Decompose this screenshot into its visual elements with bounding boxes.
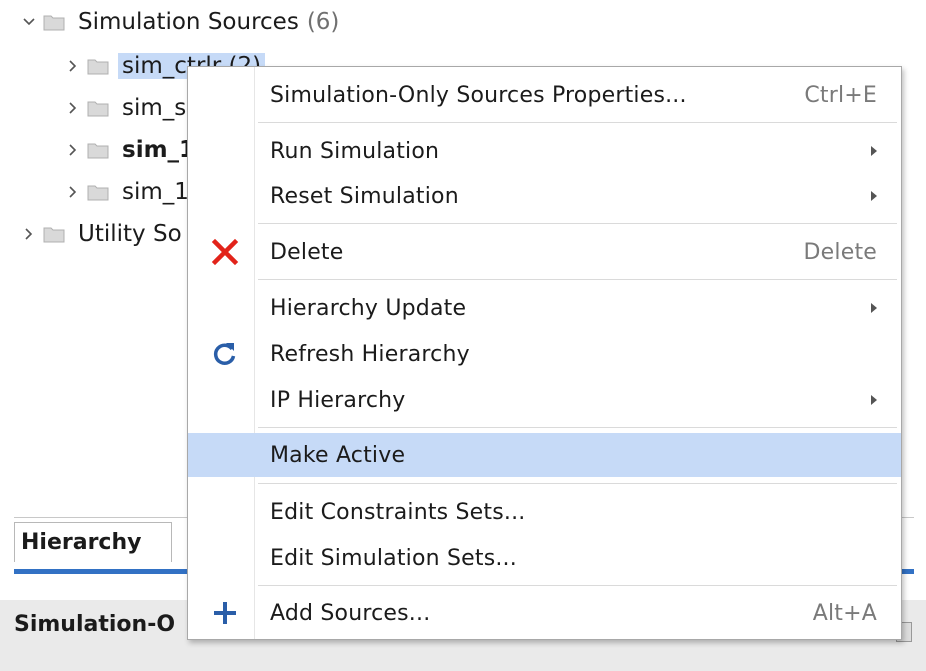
menu-item-label: Simulation-Only Sources Properties... [270, 82, 687, 108]
delete-x-icon [206, 233, 244, 271]
menu-item-label: Delete [270, 239, 344, 265]
menu-item-shortcut: Delete [803, 239, 877, 265]
chevron-right-icon[interactable] [62, 139, 84, 161]
submenu-arrow-icon [871, 191, 877, 201]
menu-item-label: Reset Simulation [270, 183, 459, 209]
menu-item-label: Make Active [270, 442, 406, 468]
menu-item-make-active[interactable]: Make Active [188, 433, 901, 477]
menu-item-delete[interactable]: Delete Delete [188, 230, 901, 274]
folder-icon [84, 97, 112, 119]
tree-node-sim-child-3[interactable]: sim_1 [62, 132, 195, 168]
submenu-arrow-icon [871, 146, 877, 156]
menu-item-reset-simulation[interactable]: Reset Simulation [188, 174, 901, 218]
tree-node-sim-child-4[interactable]: sim_1 [62, 174, 189, 210]
menu-item-shortcut: Ctrl+E [804, 82, 877, 108]
menu-separator [258, 279, 897, 280]
tree-node-utility-sources[interactable]: Utility So [18, 216, 182, 252]
tree-node-label: sim_1 [122, 137, 196, 163]
menu-separator [258, 122, 897, 123]
menu-item-add-sources[interactable]: Add Sources... Alt+A [188, 591, 901, 635]
menu-item-run-simulation[interactable]: Run Simulation [188, 129, 901, 173]
tree-node-simulation-sources[interactable]: Simulation Sources (6) [18, 4, 339, 40]
tree-node-label: sim_s [122, 95, 187, 121]
chevron-down-icon[interactable] [18, 11, 40, 33]
chevron-right-icon[interactable] [62, 97, 84, 119]
submenu-arrow-icon [871, 303, 877, 313]
context-menu: Simulation-Only Sources Properties... Ct… [187, 66, 902, 640]
tab-hierarchy[interactable]: Hierarchy [14, 522, 172, 562]
menu-item-label: Run Simulation [270, 138, 440, 164]
menu-item-shortcut: Alt+A [812, 600, 877, 626]
chevron-right-icon[interactable] [18, 223, 40, 245]
tree-node-label: sim_1 [122, 179, 189, 205]
properties-panel-title: Simulation-O [14, 612, 176, 637]
tree-node-sim-child-2[interactable]: sim_s [62, 90, 186, 126]
tree-node-count: (6) [306, 9, 340, 35]
menu-item-ip-hierarchy[interactable]: IP Hierarchy [188, 378, 901, 422]
menu-item-label: Edit Simulation Sets... [270, 545, 517, 571]
menu-item-refresh-hierarchy[interactable]: Refresh Hierarchy [188, 332, 901, 376]
menu-item-label: IP Hierarchy [270, 387, 406, 413]
chevron-right-icon[interactable] [62, 181, 84, 203]
menu-separator [258, 223, 897, 224]
folder-icon [40, 223, 68, 245]
refresh-icon [206, 335, 244, 373]
menu-item-edit-constraints-sets[interactable]: Edit Constraints Sets... [188, 490, 901, 534]
menu-item-sources-properties[interactable]: Simulation-Only Sources Properties... Ct… [188, 73, 901, 117]
menu-item-hierarchy-update[interactable]: Hierarchy Update [188, 286, 901, 330]
folder-icon [84, 55, 112, 77]
menu-item-label: Add Sources... [270, 600, 431, 626]
folder-icon [84, 139, 112, 161]
menu-item-edit-simulation-sets[interactable]: Edit Simulation Sets... [188, 536, 901, 580]
tree-node-label: Simulation Sources [78, 9, 299, 35]
chevron-right-icon[interactable] [62, 55, 84, 77]
menu-item-label: Refresh Hierarchy [270, 341, 470, 367]
menu-separator [258, 585, 897, 586]
menu-separator [258, 427, 897, 428]
submenu-arrow-icon [871, 395, 877, 405]
tree-node-label: Utility So [78, 221, 182, 247]
folder-icon [40, 11, 68, 33]
folder-icon [84, 181, 112, 203]
menu-separator [258, 483, 897, 484]
plus-icon [206, 594, 244, 632]
menu-item-label: Hierarchy Update [270, 295, 467, 321]
menu-item-label: Edit Constraints Sets... [270, 499, 526, 525]
